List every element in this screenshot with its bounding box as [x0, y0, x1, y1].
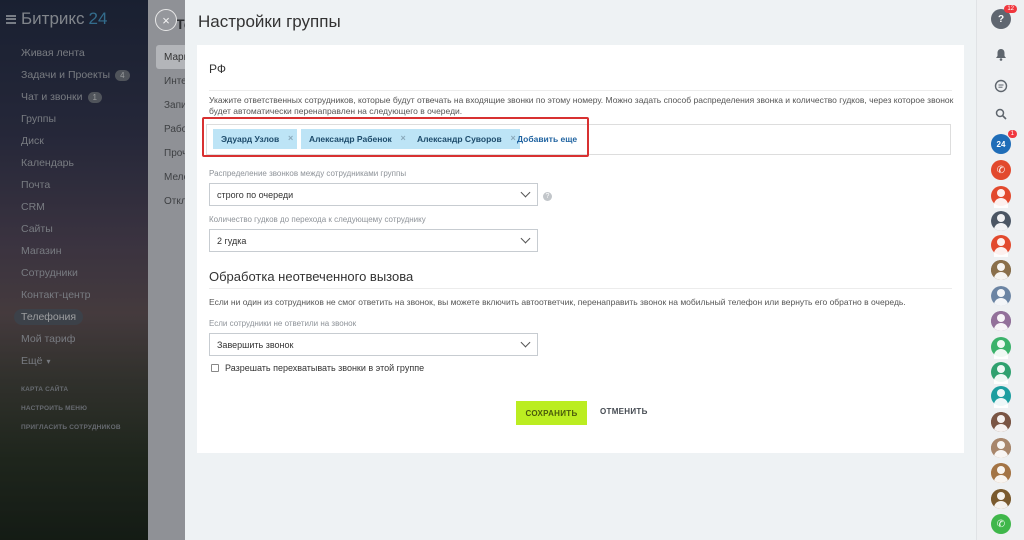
left-sidebar: Битрикс 24 Живая лента Задачи и Проекты 4 …	[0, 0, 148, 540]
underlying-tab-0: Марш	[156, 45, 192, 69]
distribution-value: строго по очереди	[217, 189, 294, 200]
contact-avatar[interactable]	[991, 260, 1011, 280]
user-photo-icon	[991, 463, 1011, 483]
no-answer-select[interactable]: Завершить звонок	[209, 333, 538, 356]
chevron-down-icon	[520, 337, 531, 348]
contact-avatar[interactable]	[991, 386, 1011, 408]
cancel-button[interactable]: ОТМЕНИТЬ	[600, 407, 648, 416]
bitrix24-icon: 24	[996, 139, 1006, 149]
rings-select[interactable]: 2 гудка	[209, 229, 538, 252]
user-photo-icon	[991, 286, 1011, 306]
underlying-page: Тел Марш Инте Запи Рабо Проч Мело Откл	[148, 0, 201, 540]
contact-avatar[interactable]	[991, 463, 1011, 483]
underlying-tab-2: Запи	[164, 99, 187, 111]
bear-avatar[interactable]	[991, 489, 1011, 509]
user-photo-icon	[991, 311, 1011, 331]
group-name: РФ	[209, 62, 226, 76]
underlying-tab-3: Рабо	[164, 123, 188, 135]
chat-icon[interactable]	[991, 76, 1011, 96]
rings-label: Количество гудков до перехода к следующе…	[209, 215, 426, 224]
no-answer-value: Завершить звонок	[217, 339, 294, 350]
group-settings-slider: Настройки группы РФ Укажите ответственны…	[185, 0, 976, 540]
contact-avatar[interactable]	[991, 211, 1011, 231]
user-photo-icon	[991, 412, 1011, 432]
user-photo-icon	[991, 211, 1011, 231]
divider	[209, 288, 952, 289]
contact-avatar[interactable]	[991, 286, 1011, 306]
right-bar: ? 12 24 1 ✆ ✆	[976, 0, 1024, 540]
save-button[interactable]: СОХРАНИТЬ	[516, 401, 587, 425]
user-photo-icon	[991, 438, 1011, 458]
chevron-down-icon	[520, 187, 531, 198]
user-icon	[991, 186, 1011, 208]
settings-card: РФ Укажите ответственных сотрудников, ко…	[197, 45, 964, 453]
call-button[interactable]: ✆	[991, 514, 1011, 534]
user-icon	[991, 362, 1011, 384]
user-icon	[991, 235, 1011, 257]
divider	[209, 90, 952, 91]
contact-avatar[interactable]	[991, 186, 1011, 208]
user-icon	[991, 386, 1011, 408]
underlying-tab-6: Откл	[164, 195, 187, 207]
intercept-option[interactable]: Разрешать перехватывать звонки в этой гр…	[211, 363, 424, 373]
phone-icon: ✆	[996, 164, 1006, 176]
group-description: Укажите ответственных сотрудников, котор…	[209, 95, 954, 116]
underlying-tab-5: Мело	[164, 171, 190, 183]
intercept-checkbox[interactable]	[211, 364, 219, 372]
search-icon[interactable]	[991, 104, 1011, 124]
underlying-tab-1: Инте	[164, 75, 187, 87]
slider-title: Настройки группы	[198, 12, 341, 31]
bell-icon[interactable]	[991, 44, 1011, 64]
highlight-outline	[202, 117, 589, 157]
distribution-select[interactable]: строго по очереди	[209, 183, 538, 206]
distribution-label: Распределение звонков между сотрудниками…	[209, 169, 407, 178]
bitrix24-button[interactable]: 24 1	[991, 130, 1017, 154]
phone-icon: ✆	[996, 518, 1006, 530]
user-photo-icon	[991, 260, 1011, 280]
bear-icon	[991, 489, 1011, 509]
contact-avatar[interactable]	[991, 412, 1011, 432]
help-icon[interactable]: ?	[543, 192, 552, 201]
help-count-badge: 12	[1004, 5, 1017, 13]
user-icon	[991, 337, 1011, 359]
close-icon: ×	[162, 12, 170, 28]
contact-avatar[interactable]	[991, 362, 1011, 384]
bitrix24-badge: 1	[1007, 130, 1017, 138]
underlying-tabs: Марш Инте Запи Рабо Проч Мело Откл	[148, 45, 192, 213]
phone-contact-avatar[interactable]: ✆	[991, 160, 1011, 180]
unanswered-description: Если ни один из сотрудников не смог отве…	[209, 297, 906, 307]
close-slider-button[interactable]: ×	[155, 9, 177, 31]
chevron-down-icon	[520, 233, 531, 244]
question-icon: ?	[997, 13, 1005, 25]
intercept-label: Разрешать перехватывать звонки в этой гр…	[225, 363, 425, 373]
rings-value: 2 гудка	[217, 235, 247, 246]
contact-avatar[interactable]	[991, 235, 1011, 257]
unanswered-section-title: Обработка неотвеченного вызова	[209, 269, 414, 284]
help-center-button[interactable]: ? 12	[991, 5, 1017, 29]
underlying-tab-4: Проч	[164, 147, 188, 159]
sidebar-overlay	[0, 0, 148, 540]
contact-avatar[interactable]	[991, 438, 1011, 458]
no-answer-label: Если сотрудники не ответили на звонок	[209, 319, 357, 328]
contact-avatar[interactable]	[991, 337, 1011, 359]
contact-avatar[interactable]	[991, 311, 1011, 331]
